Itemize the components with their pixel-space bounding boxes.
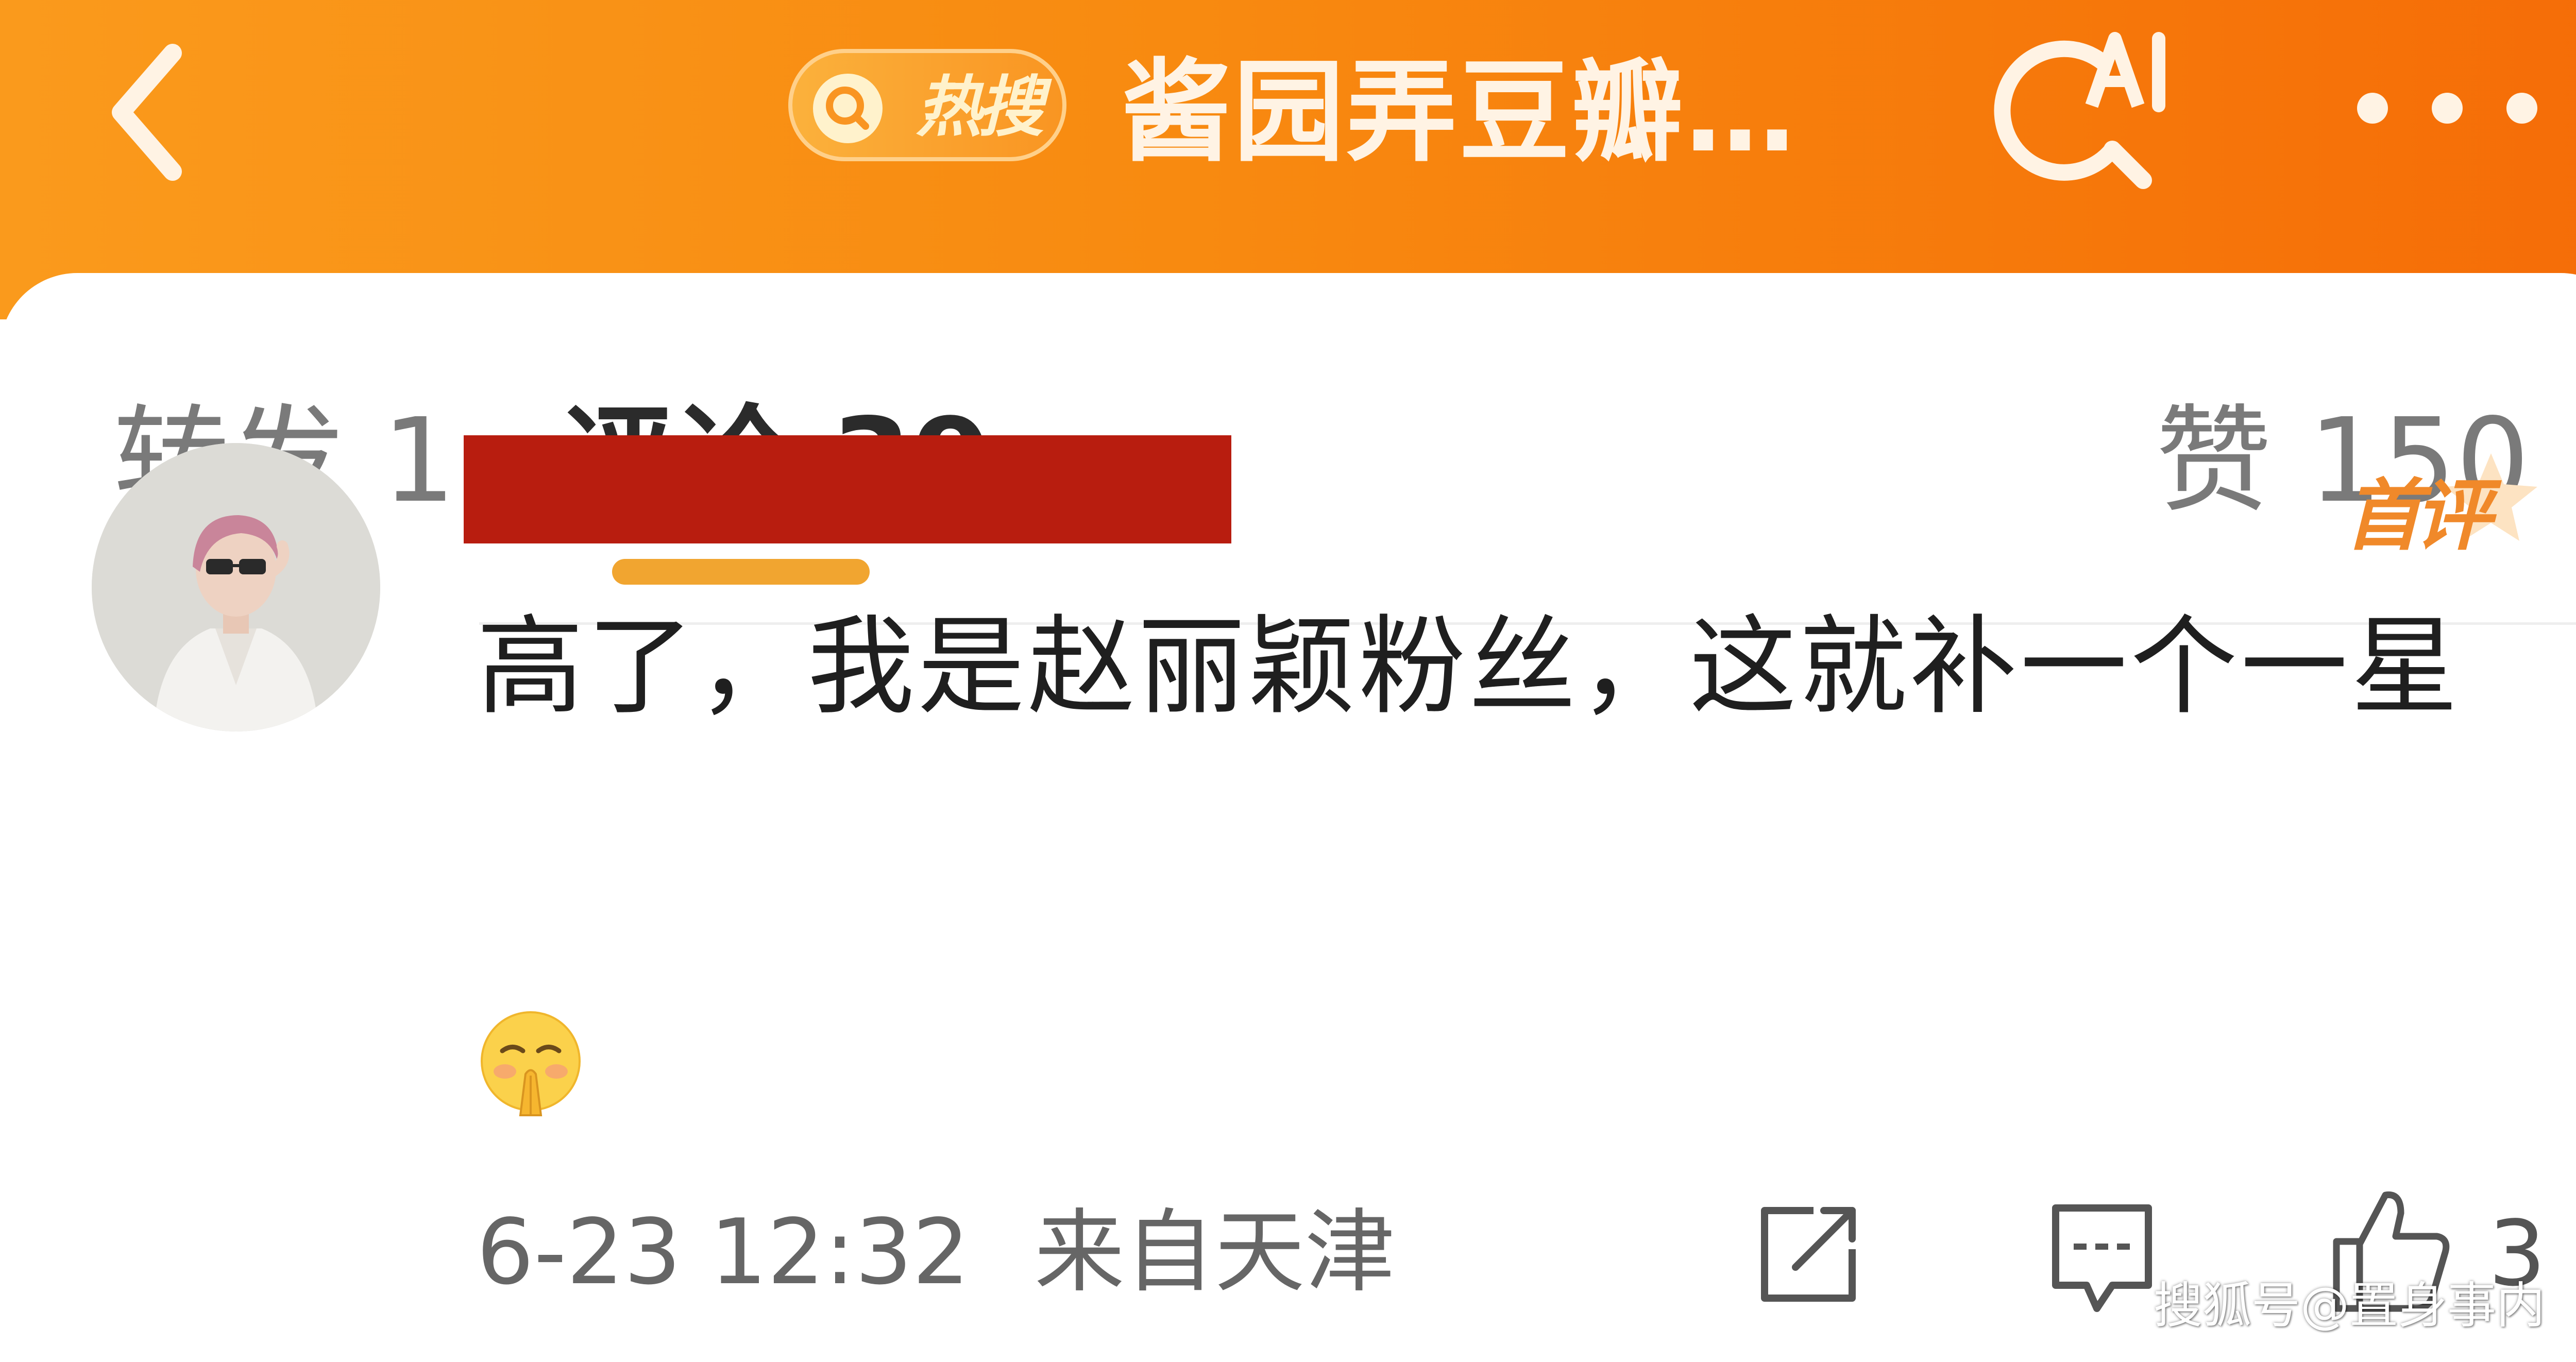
pleading-hands-emoji [481,1011,581,1116]
top-nav-bar: 热搜 酱园弄豆瓣… [0,0,2576,319]
chevron-left-icon[interactable] [106,40,188,184]
page-title: 酱园弄豆瓣… [1121,47,1798,177]
comment-meta: 6-23 12:32 来自天津 [477,1196,1395,1309]
ai-search-icon[interactable] [1994,21,2174,191]
location: 来自天津 [1034,1200,1395,1305]
avatar[interactable] [92,443,380,731]
search-icon [813,74,883,143]
watermark: 搜狐号@置身事内 [2154,1278,2546,1334]
first-comment-label: 首评 [2344,471,2492,561]
hot-search-badge[interactable]: 热搜 [788,49,1066,161]
share-icon[interactable] [1757,1200,1862,1308]
hot-search-label: 热搜 [916,69,1044,146]
more-dots-icon[interactable] [2349,88,2545,129]
comment-text: 高了，我是赵丽颖粉丝，这就补一个一星 [477,605,2461,729]
first-comment-badge: 首评 [2334,448,2537,572]
comment-icon[interactable] [2048,1200,2156,1319]
username-redacted [464,435,1231,543]
timestamp: 6-23 12:32 [477,1200,970,1305]
